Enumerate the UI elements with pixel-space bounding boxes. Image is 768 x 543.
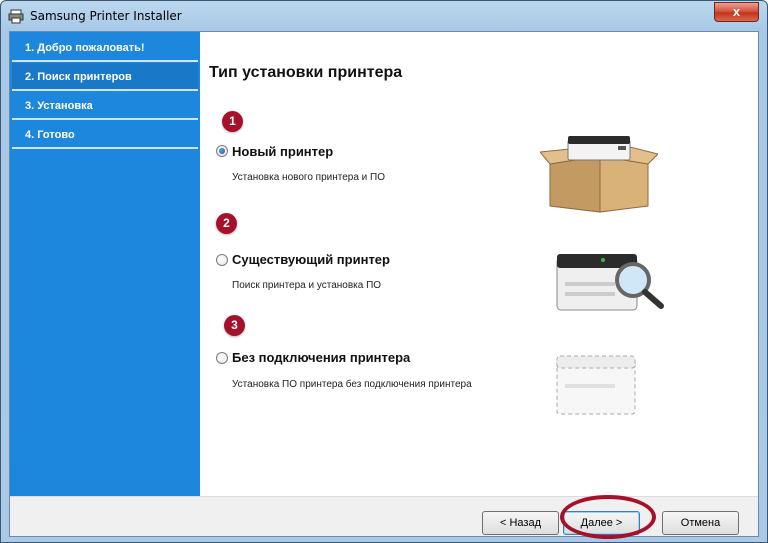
printer-offline-icon xyxy=(556,355,636,415)
no-connection-label[interactable]: Без подключения принтера xyxy=(232,350,410,365)
printer-search-icon xyxy=(556,254,664,311)
step-label: 1. Добро пожаловать! xyxy=(25,42,145,54)
step-number-badge: 2 xyxy=(216,213,237,234)
step-welcome: 1. Добро пожаловать! xyxy=(12,34,198,62)
steps-sidebar: 1. Добро пожаловать! 2. Поиск принтеров … xyxy=(10,32,200,496)
window-title: Samsung Printer Installer xyxy=(30,9,182,23)
no-connection-description: Установка ПО принтера без подключения пр… xyxy=(232,379,472,390)
printer-in-box-icon xyxy=(540,136,658,213)
new-printer-label[interactable]: Новый принтер xyxy=(232,144,333,159)
new-printer-description: Установка нового принтера и ПО xyxy=(232,172,386,183)
step-number-badge: 1 xyxy=(222,111,243,132)
existing-printer-label[interactable]: Существующий принтер xyxy=(232,252,390,267)
new-printer-radio[interactable] xyxy=(216,145,228,157)
existing-printer-radio[interactable] xyxy=(216,254,228,266)
step-label: 3. Установка xyxy=(25,100,93,112)
main-content: Тип установки принтера 1 Новый принтер У… xyxy=(200,32,758,496)
page-title: Тип установки принтера xyxy=(209,64,403,81)
close-button[interactable]: x xyxy=(714,2,759,22)
printer-app-icon xyxy=(8,9,24,24)
no-connection-radio[interactable] xyxy=(216,352,228,364)
title-bar[interactable]: Samsung Printer Installer x xyxy=(1,1,767,31)
cancel-button[interactable]: Отмена xyxy=(662,511,739,535)
installer-window: Samsung Printer Installer x 1. Добро пож… xyxy=(0,0,768,543)
close-icon: x xyxy=(732,4,741,19)
step-printer-search: 2. Поиск принтеров xyxy=(12,63,198,91)
existing-printer-description: Поиск принтера и установка ПО xyxy=(232,280,382,291)
step-label: 2. Поиск принтеров xyxy=(25,71,132,83)
step-number-badge: 3 xyxy=(224,315,245,336)
back-button[interactable]: < Назад xyxy=(482,511,559,535)
next-button-highlight-ring xyxy=(560,495,656,539)
step-label: 4. Готово xyxy=(25,129,75,141)
step-installation: 3. Установка xyxy=(12,92,198,120)
installer-client-area: 1. Добро пожаловать! 2. Поиск принтеров … xyxy=(9,31,759,537)
step-done: 4. Готово xyxy=(12,121,198,149)
